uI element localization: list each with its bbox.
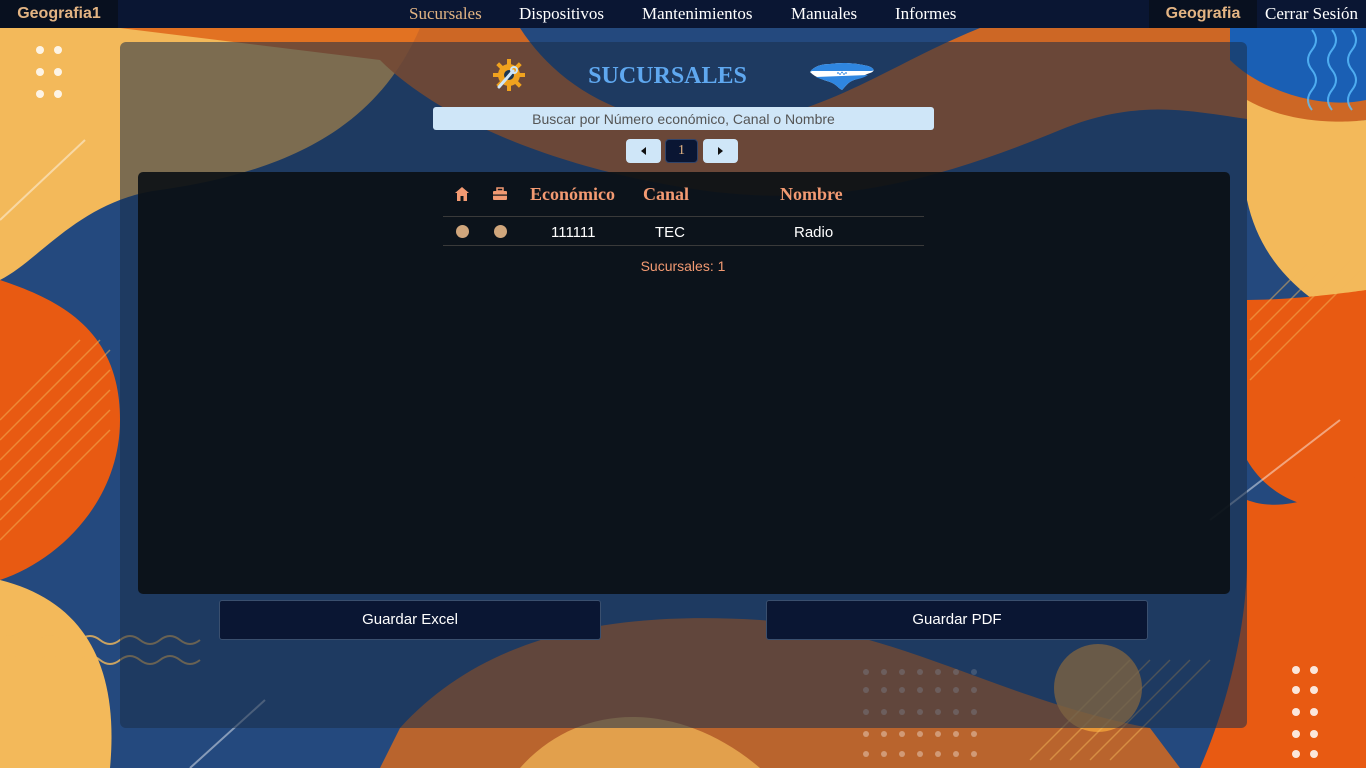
column-header-economico[interactable]: Económico — [530, 184, 615, 204]
search-input[interactable] — [433, 107, 934, 130]
column-header-canal[interactable]: Canal — [643, 184, 689, 204]
page-title: SUCURSALES — [588, 63, 747, 89]
save-excel-button[interactable]: Guardar Excel — [219, 600, 601, 640]
app-brand[interactable]: Geografia1 — [0, 0, 118, 28]
honduras-map-flag-icon — [810, 62, 874, 90]
nav-informes[interactable]: Informes — [895, 0, 956, 28]
cell-economico[interactable]: 111111 — [551, 224, 596, 242]
column-header-nombre[interactable]: Nombre — [780, 184, 843, 204]
nav-manuales[interactable]: Manuales — [791, 0, 857, 28]
nav-mantenimientos[interactable]: Mantenimientos — [642, 0, 752, 28]
status-dot-tools — [494, 225, 507, 238]
pagination-next-button[interactable] — [703, 139, 738, 163]
pagination-prev-button[interactable] — [626, 139, 661, 163]
table-header-divider — [443, 216, 924, 217]
status-dot-home — [456, 225, 469, 238]
caret-left-icon — [641, 147, 646, 155]
cell-canal: TEC — [655, 224, 685, 241]
caret-right-icon — [718, 147, 723, 155]
table-row-divider — [443, 245, 924, 246]
settings-gear-icon — [493, 59, 525, 91]
home-icon — [455, 187, 469, 201]
nav-dispositivos[interactable]: Dispositivos — [519, 0, 604, 28]
pagination-current-page[interactable]: 1 — [665, 139, 698, 163]
record-count: Sucursales: 1 — [640, 258, 726, 274]
user-name: Geografia — [1149, 0, 1257, 28]
cell-nombre: Radio — [794, 224, 834, 241]
nav-sucursales[interactable]: Sucursales — [409, 0, 482, 28]
save-pdf-button[interactable]: Guardar PDF — [766, 600, 1148, 640]
toolbox-icon — [493, 187, 507, 200]
logout-button[interactable]: Cerrar Sesión — [1257, 0, 1366, 28]
